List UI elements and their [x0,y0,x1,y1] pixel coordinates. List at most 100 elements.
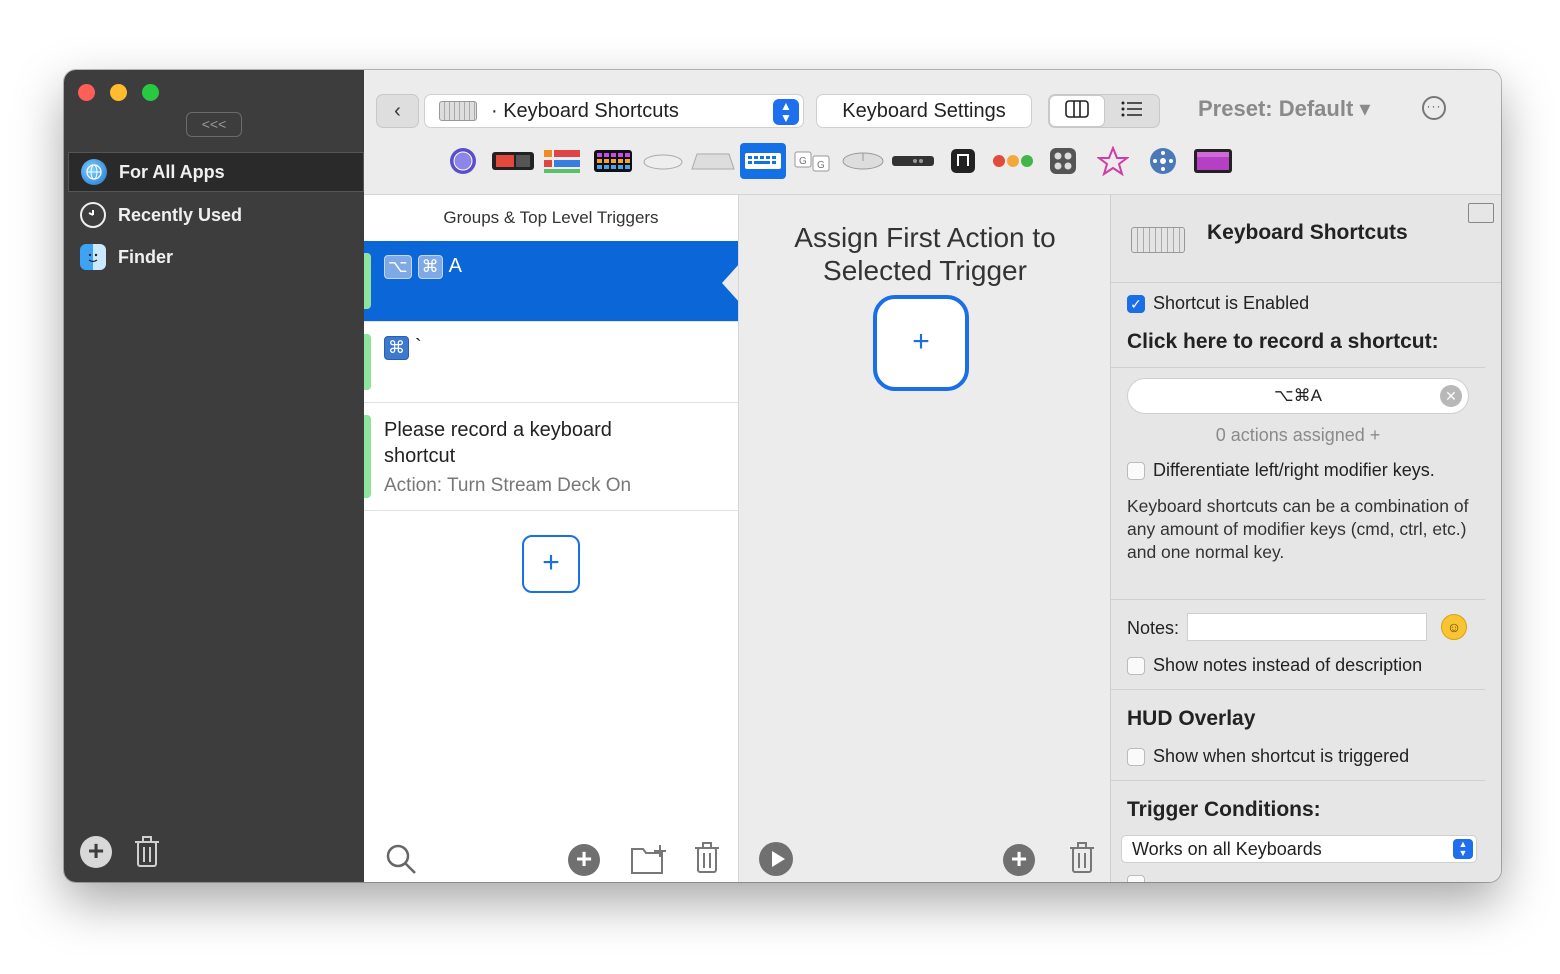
inspector-header: Keyboard Shortcuts [1111,195,1501,283]
actions-assigned-link[interactable]: 0 actions assigned + [1111,425,1485,446]
list-view-icon[interactable] [1105,95,1159,127]
trigger-enabled-indicator [364,415,371,498]
trigger-key-char: ` [415,336,422,358]
select-arrows-icon: ▲ ▼ [773,99,799,125]
leap-icon[interactable] [1090,143,1136,179]
shortcut-description: Keyboard shortcuts can be a combination … [1127,496,1469,562]
hud-overlay-heading: HUD Overlay [1127,707,1256,730]
add-trigger-button[interactable]: + [522,535,580,593]
close-window-button[interactable] [78,84,95,101]
apple-keyboard-icon[interactable] [690,143,736,179]
checkbox-box [1127,875,1145,882]
shortcut-recorder-field[interactable]: ⌥⌘A ✕ [1127,378,1469,414]
keyboard-icon[interactable] [740,143,786,179]
option-key-badge: ⌥ [384,255,412,279]
sidebar-item-for-all-apps[interactable]: For All Apps [68,152,364,192]
trigger-row[interactable]: ⌘ ` [364,322,738,403]
svg-text:G: G [817,160,825,171]
divider [1111,689,1485,690]
checkbox-label: Show notes instead of description [1153,655,1423,675]
clock-icon [80,202,106,228]
delete-action-button[interactable] [1067,840,1097,876]
trigger-type-select[interactable]: · Keyboard Shortcuts ▲ ▼ [424,94,804,128]
checkbox-box [1127,461,1145,480]
trigger-list-header: Groups & Top Level Triggers [443,208,659,227]
record-shortcut-heading[interactable]: Click here to record a shortcut: [1127,330,1439,354]
app-sidebar: <<< For All Apps Recently Used Finder + [64,70,364,882]
siri-remote-icon[interactable] [890,143,936,179]
key-sequences-icon[interactable]: GG [790,143,836,179]
named-triggers-icon[interactable] [1140,143,1186,179]
keyboard-condition-select[interactable]: Works on all Keyboards ▲ ▼ [1121,835,1477,863]
add-folder-button[interactable] [630,843,668,875]
trigger-list-pane: Groups & Top Level Triggers ⌥ ⌘ A ⌘ ` Pleas… [364,195,740,882]
preset-menu[interactable]: Preset: Default ▾ [1198,96,1370,122]
command-key-badge: ⌘ [384,336,409,360]
normal-mouse-icon[interactable] [840,143,886,179]
drawings-icon[interactable] [940,143,986,179]
select-value: Works on all Keyboards [1132,839,1322,859]
automations-icon[interactable] [1190,143,1236,179]
back-button[interactable]: ‹ [376,94,419,128]
sidebar-item-recently-used[interactable]: Recently Used [68,195,364,235]
app-window: <<< For All Apps Recently Used Finder + … [64,70,1501,882]
notes-input[interactable] [1187,613,1427,641]
emoji-picker-icon[interactable]: ☺ [1441,614,1467,640]
touchbar-icon[interactable] [490,143,536,179]
sidebar-item-finder[interactable]: Finder [68,237,364,277]
clear-shortcut-icon[interactable]: ✕ [1440,385,1462,407]
delete-app-button[interactable] [132,834,162,870]
plus-icon: + [568,844,600,876]
trash-icon [1070,842,1094,873]
assign-action-title: Assign First Action to Selected Trigger [739,221,1111,287]
assign-title-line: Assign First Action to [794,222,1056,253]
sidebar-item-label: Recently Used [118,204,243,225]
floating-menu-icon[interactable] [990,143,1036,179]
zoom-window-button[interactable] [142,84,159,101]
action-bottom-bar: + [739,830,1111,882]
view-mode-segmented-control[interactable] [1048,94,1160,128]
add-action-button[interactable]: + [1003,844,1035,876]
trigger-conditions-heading: Trigger Conditions: [1127,798,1321,821]
add-app-button[interactable]: + [80,836,112,868]
add-trigger-small-button[interactable]: + [568,844,600,876]
divider [1111,367,1485,368]
columns-view-icon[interactable] [1049,95,1105,127]
trash-icon [135,836,159,867]
trigger-row-selected[interactable]: ⌥ ⌘ A [364,241,740,322]
globe-icon [81,159,107,185]
trigger-enabled-indicator [364,253,371,309]
run-action-button[interactable] [759,842,793,876]
minimize-window-button[interactable] [110,84,127,101]
collapse-sidebar-button[interactable]: <<< [186,112,242,137]
hud-show-checkbox[interactable]: Show when shortcut is triggered [1127,746,1409,767]
search-icon[interactable] [384,842,418,876]
shortcut-value: ⌥⌘A [1274,386,1322,405]
detach-window-icon[interactable] [1468,203,1494,223]
svg-text:G: G [799,156,807,167]
more-options-icon[interactable]: ··· [1422,96,1446,120]
shortcut-enabled-checkbox[interactable]: ✓ Shortcut is Enabled [1127,293,1309,314]
magic-mouse-icon[interactable] [640,143,686,179]
stream-deck-icon[interactable] [540,143,586,179]
differentiate-modifiers-checkbox[interactable]: Differentiate left/right modifier keys. [1127,460,1435,481]
trigger-row[interactable]: Please record a keyboard shortcut Action… [364,403,738,511]
partial-checkbox[interactable] [1127,875,1153,882]
assign-first-action-button[interactable]: + [873,295,969,391]
trackpad-icon[interactable] [440,143,486,179]
checkbox-box [1127,747,1145,766]
finder-icon [80,244,106,270]
assign-title-line: Selected Trigger [823,255,1027,286]
checkbox-label: Shortcut is Enabled [1153,293,1310,313]
sidebar-item-label: Finder [118,246,174,267]
delete-trigger-button[interactable] [692,840,722,876]
show-notes-checkbox[interactable]: Show notes instead of description [1127,655,1422,676]
keyboard-grid-icon[interactable] [590,143,636,179]
trigger-key-char: A [448,255,462,277]
folder-plus-icon [631,845,666,874]
other-icon[interactable] [1040,143,1086,179]
keyboard-settings-button[interactable]: Keyboard Settings [816,94,1032,128]
select-arrows-icon: ▲ ▼ [1453,839,1473,859]
divider [1111,780,1485,781]
command-key-badge: ⌘ [417,255,443,279]
